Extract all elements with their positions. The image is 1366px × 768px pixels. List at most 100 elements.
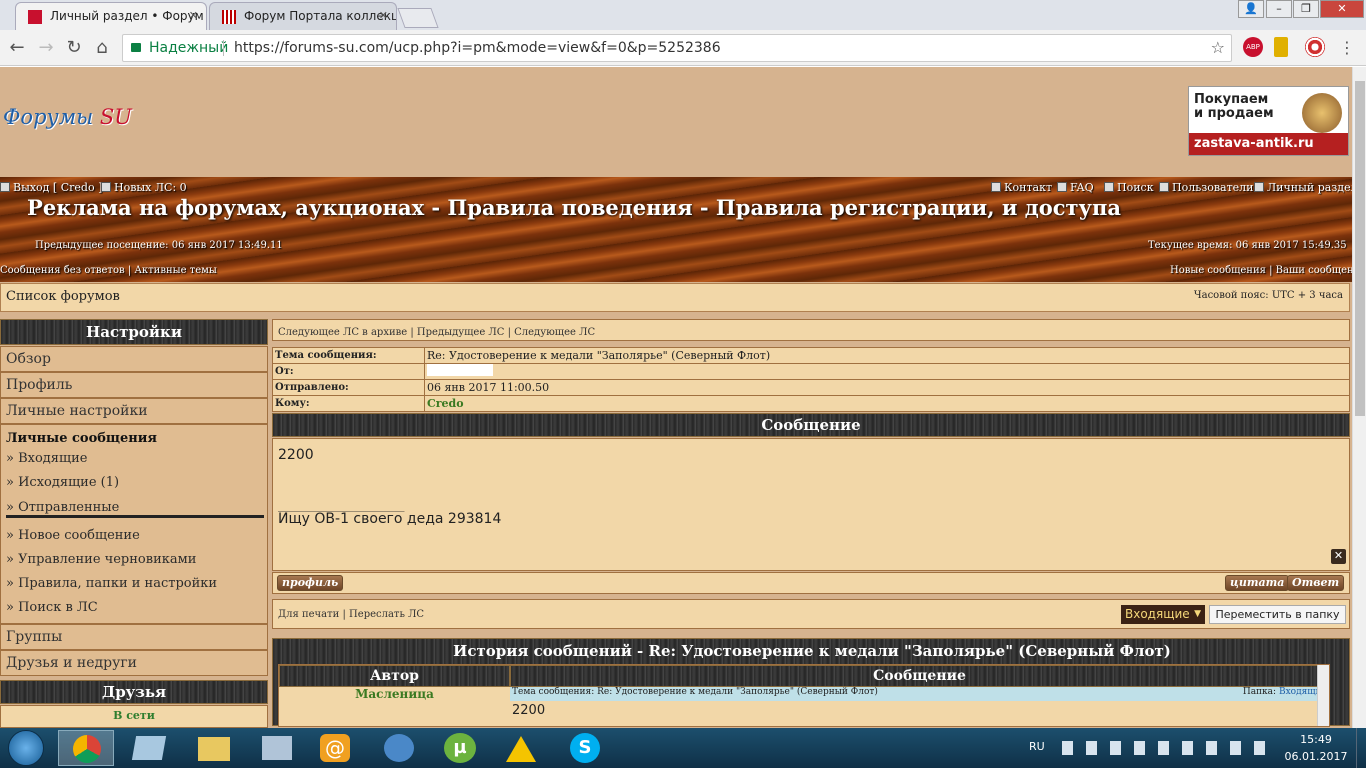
new-own-posts-links[interactable]: Новые сообщения | Ваши сообщения — [1170, 265, 1352, 276]
language-indicator[interactable]: RU — [1029, 740, 1045, 753]
delete-icon[interactable]: ✕ — [1331, 549, 1346, 564]
ad-banner[interactable]: Покупаем и продаем zastava-antik.ru — [1188, 86, 1349, 156]
start-button[interactable] — [8, 730, 44, 766]
explorer-taskbar-icon[interactable] — [198, 737, 230, 761]
audio-taskbar-icon[interactable] — [384, 734, 414, 762]
site-logo[interactable]: Форумы SU — [3, 105, 132, 129]
ucp-link[interactable]: Личный раздел — [1254, 181, 1352, 194]
scrollbar-thumb[interactable] — [1355, 81, 1365, 416]
tray-icons[interactable] — [1062, 741, 1272, 755]
unanswered-active-links[interactable]: Сообщения без ответов | Активные темы — [0, 265, 217, 276]
pm-navigation: Следующее ЛС в архиве | Предыдущее ЛС | … — [272, 319, 1350, 341]
close-window-button[interactable]: ✕ — [1320, 0, 1364, 18]
clock-time[interactable]: 15:49 — [1286, 733, 1346, 746]
sidebar-title: Настройки — [0, 319, 268, 345]
skype-taskbar-icon[interactable]: S — [570, 733, 600, 763]
chrome-taskbar-icon[interactable] — [58, 730, 114, 766]
reply-button[interactable]: Ответ — [1287, 575, 1345, 591]
network-taskbar-icon[interactable] — [262, 736, 292, 760]
banner-image — [1302, 93, 1342, 133]
show-desktop-button[interactable] — [1356, 728, 1366, 768]
mail-taskbar-icon[interactable]: @ — [320, 734, 350, 762]
move-to-folder-button[interactable]: Переместить в папку — [1209, 605, 1346, 624]
contact-link[interactable]: Контакт — [991, 181, 1052, 194]
new-pm-link[interactable]: Новых ЛС: 0 — [101, 181, 187, 194]
profile-button[interactable]: профиль — [277, 575, 344, 591]
from-row: От: — [272, 363, 1350, 380]
bookmark-star-icon[interactable]: ☆ — [1211, 35, 1225, 61]
home-icon[interactable]: ⌂ — [91, 37, 113, 59]
faq-link[interactable]: FAQ — [1057, 181, 1094, 194]
target-icon[interactable] — [1305, 37, 1325, 57]
rules-title-link[interactable]: Реклама на форумах, аукционах - Правила … — [0, 195, 1148, 220]
members-icon — [1159, 182, 1169, 192]
from-redacted — [427, 364, 493, 376]
tab-title: Форум Портала коллекц — [244, 9, 397, 23]
to-row: Кому: Credo — [272, 395, 1350, 412]
sidebar-item-inbox[interactable]: » Входящие — [6, 447, 87, 471]
warning-taskbar-icon[interactable] — [506, 736, 536, 762]
history-panel: История сообщений - Re: Удостоверение к … — [272, 638, 1350, 727]
sidebar-item-preferences[interactable]: Личные настройки — [0, 398, 268, 424]
sidebar-item-pm-search[interactable]: » Поиск в ЛС — [6, 596, 98, 620]
minimize-button[interactable]: – — [1266, 0, 1292, 18]
timezone-label: Часовой пояс: UTC + 3 часа — [1193, 290, 1343, 301]
history-col-message: Сообщение — [510, 665, 1329, 687]
close-tab-icon[interactable]: ✕ — [379, 9, 388, 22]
current-time: Текущее время: 06 янв 2017 15:49.35 — [1148, 240, 1347, 251]
site-header: Форумы SU Покупаем и продаем zastava-ant… — [0, 67, 1352, 177]
notepad-taskbar-icon[interactable] — [131, 736, 167, 760]
sidebar-item-overview[interactable]: Обзор — [0, 346, 268, 372]
sidebar-item-friends-foes[interactable]: Друзья и недруги — [0, 650, 268, 676]
utorrent-taskbar-icon[interactable]: µ — [444, 733, 476, 763]
abp-icon[interactable]: ABP — [1243, 37, 1263, 57]
reload-icon[interactable]: ↻ — [63, 37, 85, 59]
chevron-down-icon: ▼ — [1194, 609, 1201, 619]
pm-icon — [101, 182, 111, 192]
print-forward-links[interactable]: Для печати | Переслать ЛС — [278, 609, 424, 620]
flag-icon[interactable] — [1274, 37, 1288, 57]
page-scrollbar[interactable] — [1352, 67, 1366, 728]
clock-date[interactable]: 06.01.2017 — [1280, 750, 1352, 763]
forum-favicon-icon — [28, 10, 42, 24]
user-profile-icon[interactable]: 👤 — [1238, 0, 1264, 18]
message-body: 2200 _______________________ Ищу ОВ-1 св… — [272, 438, 1350, 571]
sidebar-pm-section: Личные сообщения » Входящие » Исходящие … — [0, 424, 268, 624]
pm-header-table: Тема сообщения: Re: Удостоверение к медал… — [272, 347, 1350, 412]
sidebar-item-rules-folders[interactable]: » Правила, папки и настройки — [6, 572, 217, 596]
sent-row: Отправлено: 06 янв 2017 11:00.50 — [272, 379, 1350, 396]
back-arrow-icon[interactable]: ← — [6, 37, 28, 59]
restore-button[interactable]: ❐ — [1293, 0, 1319, 18]
sidebar-item-drafts[interactable]: » Управление черновиками — [6, 548, 196, 572]
browser-tab-active[interactable]: Личный раздел • Форум ✕ — [15, 2, 207, 30]
recipient-link[interactable]: Credo — [427, 397, 464, 410]
forum-favicon-icon — [222, 10, 236, 24]
folder-select[interactable]: Входящие ▼ — [1121, 605, 1205, 624]
address-bar[interactable]: Надежный https://forums-su.com/ucp.php?i… — [122, 34, 1232, 62]
search-link[interactable]: Поиск — [1104, 181, 1154, 194]
message-text: 2200 — [278, 447, 314, 463]
web-page: Форумы SU Покупаем и продаем zastava-ant… — [0, 67, 1352, 728]
history-subject: Тема сообщения: Re: Удостоверение к меда… — [512, 687, 878, 697]
history-author-link[interactable]: Масленица — [279, 687, 510, 701]
subject-row: Тема сообщения: Re: Удостоверение к медал… — [272, 347, 1350, 364]
new-tab-button[interactable] — [397, 8, 439, 28]
close-tab-icon[interactable]: ✕ — [189, 9, 198, 22]
history-scrollbar[interactable] — [1317, 665, 1329, 726]
sidebar-item-compose[interactable]: » Новое сообщение — [6, 524, 140, 548]
members-link[interactable]: Пользователи — [1159, 181, 1253, 194]
sidebar-item-groups[interactable]: Группы — [0, 624, 268, 650]
logout-link[interactable]: Выход [ Credo ] — [0, 181, 102, 194]
quote-button[interactable]: цитата — [1225, 575, 1290, 591]
to-key: Кому: — [272, 395, 425, 412]
sidebar-item-profile[interactable]: Профиль — [0, 372, 268, 398]
friends-title: Друзья — [0, 680, 268, 704]
menu-icon[interactable]: ⋮ — [1336, 37, 1358, 59]
forward-arrow-icon[interactable]: → — [35, 37, 57, 59]
divider — [6, 515, 264, 518]
sidebar-item-outbox[interactable]: » Исходящие (1) — [6, 471, 119, 495]
history-preview: 2200 — [512, 703, 546, 718]
browser-tab[interactable]: Форум Портала коллекц ✕ — [209, 2, 397, 30]
forum-index-link[interactable]: Список форумов — [6, 289, 120, 304]
pm-nav-links[interactable]: Следующее ЛС в архиве | Предыдущее ЛС | … — [278, 327, 595, 338]
